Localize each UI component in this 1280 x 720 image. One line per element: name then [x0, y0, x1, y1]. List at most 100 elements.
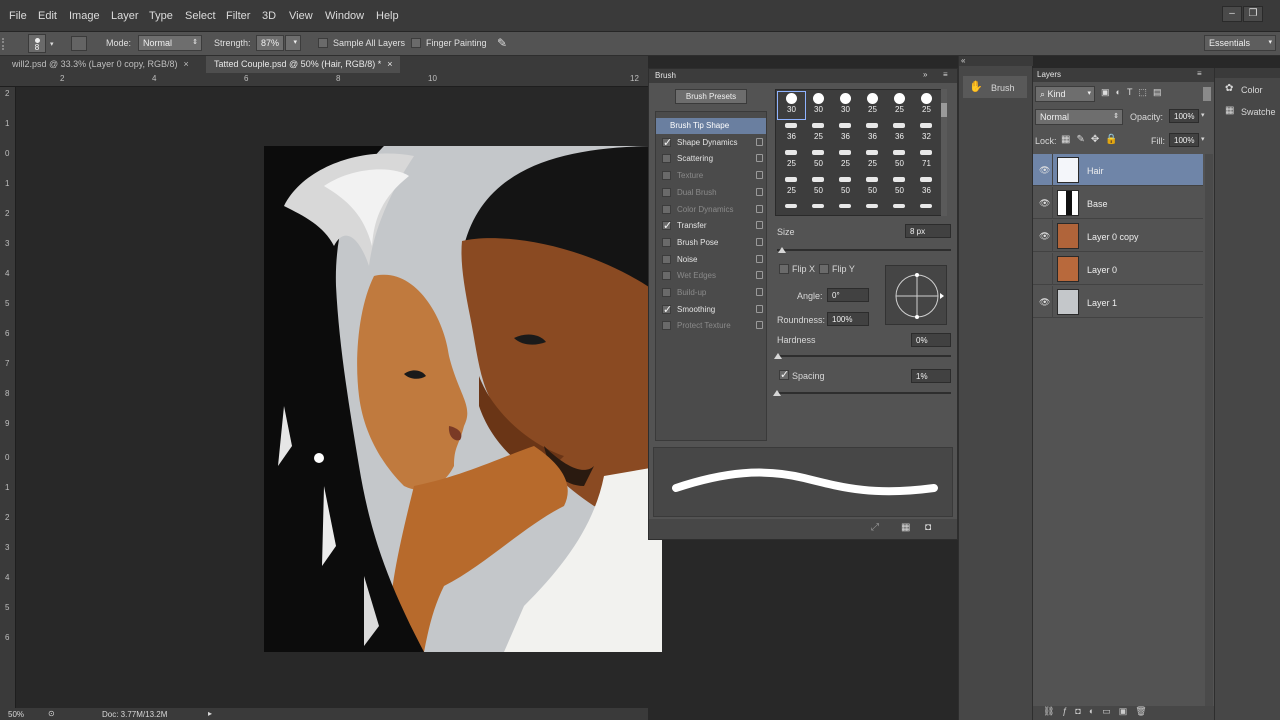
brush-tip-cell[interactable]: [859, 200, 886, 214]
brush-tip-cell[interactable]: 36: [859, 119, 886, 146]
panel-menu-icon[interactable]: ≡: [1197, 69, 1202, 78]
brush-option-row[interactable]: Brush Tip Shape: [656, 118, 766, 134]
brush-tip-cell[interactable]: 50: [886, 173, 913, 200]
menu-image[interactable]: Image: [69, 10, 100, 22]
layer-visibility-toggle[interactable]: 👁: [1033, 187, 1053, 219]
brush-option-row[interactable]: Transfer: [656, 218, 766, 234]
doc-tab-tatted-couple[interactable]: Tatted Couple.psd @ 50% (Hair, RGB/8) * ×: [206, 56, 401, 73]
menu-filter[interactable]: Filter: [226, 10, 250, 22]
lock-icon[interactable]: [756, 321, 763, 330]
brush-option-row[interactable]: Texture: [656, 168, 766, 184]
brush-tip-cell[interactable]: 36: [778, 119, 805, 146]
strength-slider-button[interactable]: ▾: [285, 35, 301, 51]
scroll-thumb[interactable]: [941, 103, 947, 117]
brush-presets-button[interactable]: Brush Presets: [675, 89, 747, 104]
close-icon[interactable]: ×: [184, 59, 189, 69]
brush-tip-cell[interactable]: 25: [886, 92, 913, 119]
layer-row[interactable]: 👁 Base: [1033, 187, 1203, 219]
lock-icon[interactable]: [756, 154, 763, 163]
brush-panel-toggle-icon[interactable]: [71, 36, 87, 51]
panel-menu-icon[interactable]: ≡: [943, 70, 948, 79]
brush-tip-cell[interactable]: 36: [913, 173, 940, 200]
brush-tip-cell[interactable]: 36: [832, 119, 859, 146]
roundness-input[interactable]: 100%: [827, 312, 869, 326]
hardness-input[interactable]: 0%: [911, 333, 951, 347]
brush-option-checkbox[interactable]: [662, 219, 672, 232]
flip-y-checkbox[interactable]: [819, 264, 829, 274]
brush-tip-cell[interactable]: 30: [832, 92, 859, 119]
brush-option-checkbox[interactable]: [662, 288, 671, 297]
menu-help[interactable]: Help: [376, 10, 399, 22]
expand-icon[interactable]: «: [961, 56, 965, 65]
brush-tip-cell[interactable]: 25: [778, 173, 805, 200]
brush-tip-cell[interactable]: [886, 200, 913, 214]
brush-option-checkbox[interactable]: [662, 303, 672, 316]
document-canvas[interactable]: [264, 146, 662, 652]
layer-visibility-toggle[interactable]: 👁: [1033, 220, 1053, 252]
fill-input[interactable]: 100%: [1169, 133, 1199, 147]
swatches-dock-button[interactable]: ▦ Swatche: [1219, 102, 1280, 120]
flip-x-checkbox[interactable]: [779, 264, 789, 274]
brush-option-row[interactable]: Noise: [656, 252, 766, 268]
brush-tip-cell[interactable]: 36: [886, 119, 913, 146]
tip-grid-scrollbar[interactable]: [941, 89, 947, 216]
brush-option-row[interactable]: Color Dynamics: [656, 202, 766, 218]
brush-option-checkbox[interactable]: [662, 136, 672, 149]
opacity-input[interactable]: 100%: [1169, 109, 1199, 123]
brush-tip-cell[interactable]: [805, 200, 832, 214]
finger-painting-checkbox[interactable]: [411, 38, 421, 48]
menu-edit[interactable]: Edit: [38, 10, 57, 22]
brush-option-checkbox[interactable]: [662, 204, 671, 214]
spacing-slider-track[interactable]: [777, 392, 951, 394]
minimize-icon[interactable]: –: [1222, 6, 1242, 22]
layer-row[interactable]: 👁 Layer 1: [1033, 286, 1203, 318]
brush-tip-cell[interactable]: 30: [777, 91, 806, 120]
lock-icon[interactable]: [756, 187, 763, 196]
angle-roundness-widget[interactable]: [885, 265, 947, 325]
brush-tip-grid[interactable]: 30 30 30 25 25 25 36 25 36 36 36 32 25 50 25 25 50 71 25 50…: [775, 89, 945, 216]
brush-tip-cell[interactable]: 71: [913, 146, 940, 173]
mode-dropdown[interactable]: Normal ⇕: [138, 35, 202, 51]
layer-visibility-toggle[interactable]: [1033, 253, 1053, 285]
hardness-slider-track[interactable]: [777, 355, 951, 357]
layers-scrollbar[interactable]: [1205, 154, 1213, 714]
brush-tip-cell[interactable]: 25: [805, 119, 832, 146]
lock-icon[interactable]: [756, 304, 763, 313]
lock-icons[interactable]: ▦✎✥🔒: [1061, 134, 1124, 145]
close-icon[interactable]: ×: [387, 59, 392, 69]
angle-input[interactable]: 0°: [827, 288, 869, 302]
size-slider-track[interactable]: [777, 249, 951, 251]
maximize-icon[interactable]: ❐: [1243, 6, 1263, 22]
grid-icon[interactable]: ▦: [901, 522, 910, 533]
brush-dock-button[interactable]: ✋ Brush: [963, 76, 1027, 98]
brush-panel-tab[interactable]: Brush: [655, 71, 676, 80]
chevron-down-icon[interactable]: ▾: [1201, 135, 1205, 143]
lock-icon[interactable]: [756, 204, 763, 213]
brush-option-row[interactable]: Dual Brush: [656, 185, 766, 201]
toggle-live-tip-icon[interactable]: ⤢: [871, 522, 879, 533]
brush-tip-cell[interactable]: 25: [832, 146, 859, 173]
lock-icon[interactable]: [756, 237, 763, 246]
brush-tip-cell[interactable]: 50: [805, 173, 832, 200]
new-preset-icon[interactable]: ◘: [925, 522, 931, 533]
collapse-icon[interactable]: »: [923, 70, 927, 79]
brush-option-checkbox[interactable]: [662, 187, 671, 197]
menu-file[interactable]: File: [9, 10, 27, 22]
filter-toggle[interactable]: [1203, 87, 1211, 101]
brush-tip-cell[interactable]: 50: [886, 146, 913, 173]
menu-3d[interactable]: 3D: [262, 10, 276, 22]
share-icon[interactable]: ⊙: [48, 709, 55, 718]
brush-tip-cell[interactable]: 25: [859, 146, 886, 173]
lock-icon[interactable]: [756, 271, 763, 280]
brush-option-row[interactable]: Shape Dynamics: [656, 135, 766, 151]
chevron-down-icon[interactable]: ▾: [1201, 111, 1205, 119]
menu-select[interactable]: Select: [185, 10, 216, 22]
chevron-right-icon[interactable]: ▸: [208, 709, 212, 718]
brush-option-checkbox[interactable]: [662, 271, 671, 281]
layer-row[interactable]: 👁 Hair: [1033, 154, 1203, 186]
brush-option-checkbox[interactable]: [662, 321, 671, 331]
color-dock-button[interactable]: ✿ Color: [1219, 80, 1280, 98]
brush-size-picker[interactable]: 8: [28, 34, 46, 53]
brush-option-checkbox[interactable]: [662, 171, 671, 181]
pressure-pen-icon[interactable]: ✎: [497, 36, 507, 50]
